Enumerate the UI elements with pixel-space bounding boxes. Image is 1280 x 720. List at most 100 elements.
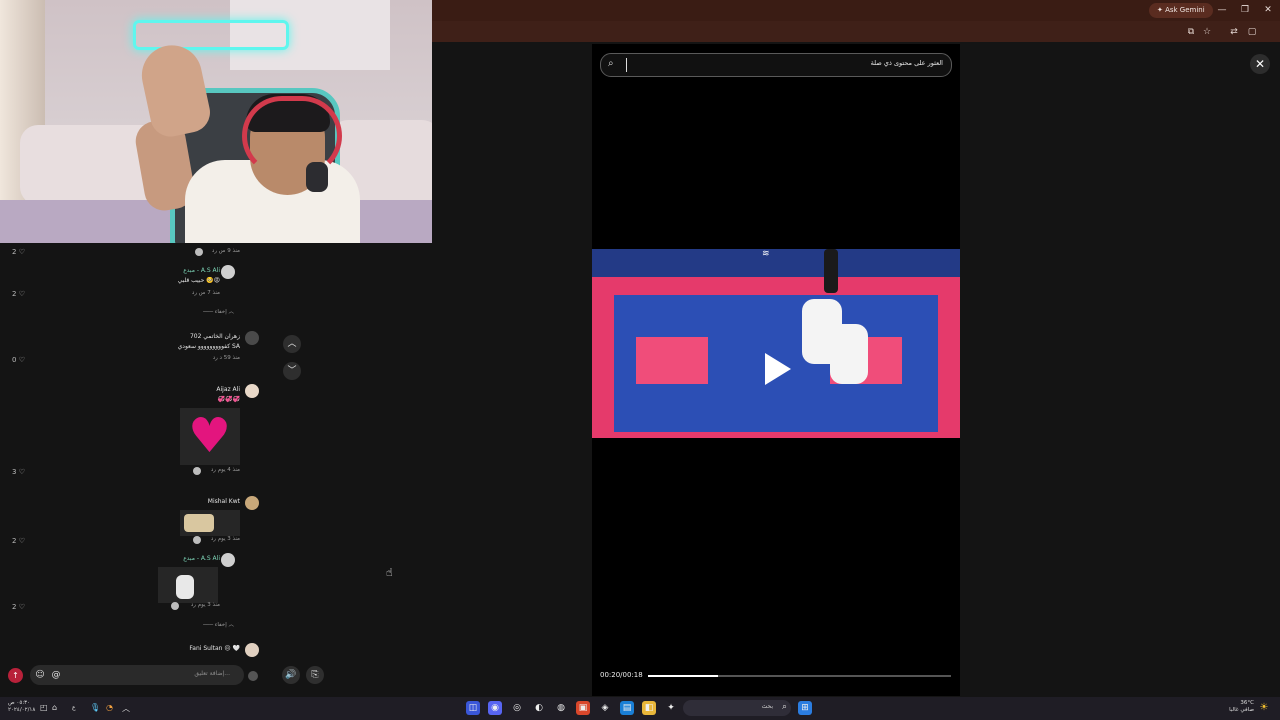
hide-label: إخفاء: [214, 622, 227, 628]
comment-username[interactable]: مبدع - A.S Ali: [183, 555, 220, 562]
comment-placeholder: إضافة تعليق...: [194, 670, 230, 677]
like-count-value: 2: [12, 290, 17, 298]
creator-avatar: [193, 467, 201, 475]
like-count[interactable]: 2 ♡: [12, 248, 25, 256]
microphone-icon[interactable]: 🎙: [90, 703, 100, 712]
taskbar-app-icon[interactable]: ◈: [598, 701, 612, 715]
like-count-value: 3: [12, 468, 17, 476]
avatar[interactable]: [221, 265, 235, 279]
mat-square-left: [636, 337, 708, 384]
heart-sticker-icon: ♥: [188, 408, 232, 464]
extension-icon[interactable]: ⇄: [1228, 27, 1240, 37]
window-close-button[interactable]: ✕: [1261, 4, 1275, 16]
comment-meta: منذ 9 س رد: [211, 248, 240, 254]
weather-widget[interactable]: 36°C صافي غالبا: [1229, 700, 1254, 714]
referee: [824, 249, 838, 293]
search-text: العثور على محتوى ذي صلة: [870, 59, 943, 67]
weather-desc: صافي غالبا: [1229, 707, 1254, 713]
hide-replies-button[interactable]: ─── إخفاء ︿: [203, 620, 234, 628]
like-count[interactable]: 0 ♡: [12, 356, 25, 364]
progress-fill: [648, 675, 718, 677]
phone: [306, 162, 328, 192]
comment-text: 💞💞💞: [217, 396, 240, 403]
language-indicator[interactable]: ع: [72, 704, 76, 711]
like-count[interactable]: 2 ♡: [12, 537, 25, 545]
comment-username[interactable]: Fani Sultan 😔 🤍: [189, 645, 240, 652]
avatar[interactable]: [245, 496, 259, 510]
taskbar-app-icon[interactable]: ◫: [466, 701, 480, 715]
comment-username[interactable]: Mishal Kwt: [208, 498, 240, 505]
start-menu-icon[interactable]: ⊞: [798, 701, 812, 715]
app-tray-icon[interactable]: ◔: [106, 703, 113, 712]
cast-icon[interactable]: ⧉: [1185, 27, 1197, 37]
sticker-image[interactable]: ♥: [180, 408, 240, 465]
clock-time: ٠٥:٣٠ ص: [8, 700, 31, 706]
gif-figure: [176, 575, 194, 599]
mat-border-bottom: [592, 432, 960, 438]
next-comment-button[interactable]: ﹀: [283, 362, 301, 380]
comment-username[interactable]: مبدع - A.S Ali: [183, 267, 220, 274]
minimize-button[interactable]: —: [1215, 4, 1229, 16]
hide-replies-button[interactable]: ─── إخفاء ︿: [203, 307, 234, 315]
previous-comment-button[interactable]: ︿: [283, 335, 301, 353]
like-count-value: 2: [12, 248, 17, 256]
weather-temp: 36°C: [1240, 700, 1254, 706]
gif-thumbnail[interactable]: [158, 567, 218, 603]
mention-icon[interactable]: @: [50, 669, 62, 681]
comment-username[interactable]: 702 زهران الخاتمي: [190, 333, 240, 340]
video-frame[interactable]: ≋: [592, 249, 960, 438]
like-count[interactable]: 2 ♡: [12, 290, 25, 298]
ask-gemini-button[interactable]: ✦ Ask Gemini: [1149, 3, 1213, 18]
video-player: ⌕ العثور على محتوى ذي صلة ≋ 00:20/00:18: [592, 44, 960, 696]
volume-button[interactable]: 🔊: [282, 666, 300, 684]
profile-icon[interactable]: ▢: [1246, 27, 1258, 37]
file-explorer-icon[interactable]: ◧: [642, 701, 656, 715]
avatar[interactable]: [245, 643, 259, 657]
comment-meta: منذ 3 يوم رد: [210, 536, 240, 542]
creator-avatar: [171, 602, 179, 610]
chrome-icon[interactable]: ▣: [576, 701, 590, 715]
like-count-value: 2: [12, 537, 17, 545]
related-search-input[interactable]: ⌕ العثور على محتوى ذي صلة: [600, 53, 952, 77]
progress-track[interactable]: [648, 675, 951, 677]
mat-border-right: [938, 277, 960, 437]
clock[interactable]: ٠٥:٣٠ ص ٢٠٢٤/٠٢/١٨: [8, 700, 35, 714]
restore-button[interactable]: ❐: [1238, 4, 1252, 16]
comments-panel: 2 ♡ منذ 9 س رد مبدع - A.S Ali حبيب قلبي …: [0, 243, 272, 663]
hide-label: إخفاء: [214, 309, 227, 315]
sun-icon: ☀: [1259, 702, 1269, 713]
comment-username[interactable]: Aijaz Ali: [216, 386, 240, 393]
comment-input[interactable]: ☺ @ إضافة تعليق...: [30, 665, 244, 685]
send-button[interactable]: ↑: [8, 668, 23, 683]
taskbar-search-label: بحث: [761, 703, 773, 710]
avatar[interactable]: [245, 331, 259, 345]
bookmark-star-icon[interactable]: ☆: [1201, 27, 1213, 37]
taskbar-app-icon[interactable]: ✦: [664, 701, 678, 715]
taskbar-app-icon[interactable]: ◎: [510, 701, 524, 715]
comment-meta: منذ 4 يوم رد: [210, 467, 240, 473]
wifi-icon[interactable]: ⌂: [52, 703, 57, 712]
close-icon[interactable]: ✕: [1250, 54, 1270, 74]
discord-icon[interactable]: ◉: [488, 701, 502, 715]
taskbar-app-icon[interactable]: ◍: [554, 701, 568, 715]
share-button[interactable]: ⎘: [306, 666, 324, 684]
avatar[interactable]: [221, 553, 235, 567]
creator-avatar: [195, 248, 203, 256]
play-icon[interactable]: [765, 353, 791, 385]
text-caret: [626, 58, 627, 72]
headset: [242, 96, 342, 176]
edge-icon[interactable]: ▤: [620, 701, 634, 715]
like-count[interactable]: 2 ♡: [12, 603, 25, 611]
notification-icon[interactable]: ◰: [40, 703, 48, 712]
comment-meta: منذ 59 د رد: [212, 355, 240, 361]
taskbar-app-icon[interactable]: ◐: [532, 701, 546, 715]
like-count[interactable]: 3 ♡: [12, 468, 25, 476]
avatar[interactable]: [245, 384, 259, 398]
search-icon: ⌕: [781, 702, 787, 712]
emoji-icon[interactable]: ☺: [34, 669, 46, 681]
show-hidden-icons-icon[interactable]: ︿: [122, 703, 130, 714]
taskbar-search[interactable]: ⌕ بحث: [683, 700, 791, 716]
gif-thumbnail[interactable]: [180, 510, 240, 536]
search-icon: ⌕: [608, 58, 614, 69]
neon-light: [133, 20, 289, 50]
